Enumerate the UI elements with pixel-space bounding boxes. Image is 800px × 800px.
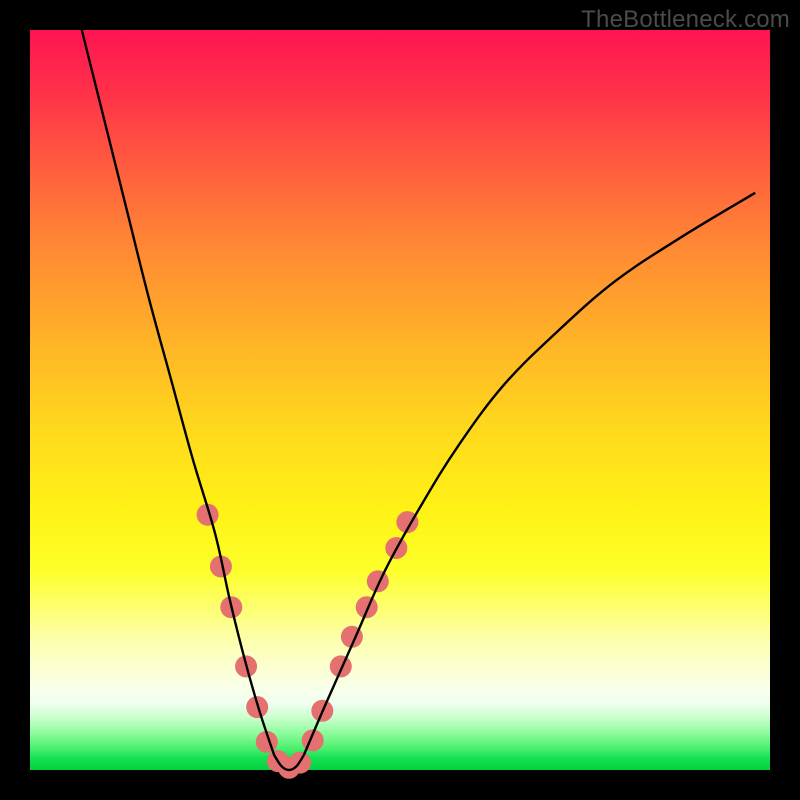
curve-right-arm bbox=[304, 193, 755, 755]
watermark-label: TheBottleneck.com bbox=[581, 6, 790, 34]
marker-dot bbox=[367, 570, 389, 592]
chart-svg bbox=[30, 30, 770, 770]
marker-dot bbox=[356, 596, 378, 618]
marker-dots-group bbox=[197, 504, 419, 779]
chart-frame: TheBottleneck.com bbox=[0, 0, 800, 800]
chart-plot-area bbox=[30, 30, 770, 770]
marker-dot bbox=[330, 655, 352, 677]
curve-left-arm bbox=[82, 30, 274, 755]
